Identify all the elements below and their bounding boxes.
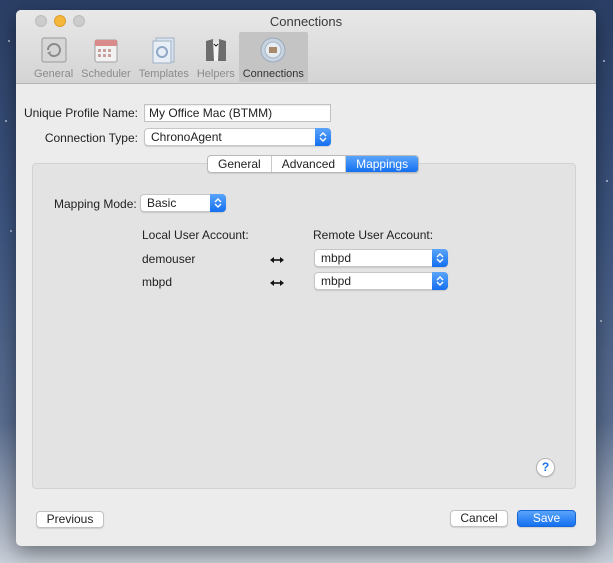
toolbar-item-label: General <box>34 68 74 80</box>
toolbar-item-label: Connections <box>242 68 304 80</box>
toolbar-item-templates[interactable]: Templates <box>135 32 193 82</box>
connection-type-label: Connection Type: <box>44 131 138 145</box>
toolbar-item-label: Scheduler <box>81 68 131 80</box>
popup-arrows-icon <box>432 272 448 290</box>
popup-arrows-icon <box>210 194 226 212</box>
mapping-mode-popup[interactable]: Basic <box>140 194 226 212</box>
desktop-star <box>8 40 10 42</box>
tab-general[interactable]: General <box>208 156 272 172</box>
tab-advanced[interactable]: Advanced <box>272 156 347 172</box>
desktop-star <box>10 230 12 232</box>
desktop-star <box>5 120 7 122</box>
remote-user-header: Remote User Account: <box>313 228 434 242</box>
mapping-mode-label: Mapping Mode: <box>54 197 137 211</box>
general-icon <box>38 34 70 66</box>
title-bar: Connections General Scheduler Templates … <box>16 10 596 84</box>
profile-name-label: Unique Profile Name: <box>23 106 138 120</box>
calendar-icon <box>90 34 122 66</box>
popup-arrows-icon <box>315 128 331 146</box>
desktop-star <box>603 60 605 62</box>
toolbar-item-helpers[interactable]: Helpers <box>193 32 239 82</box>
preferences-window: Connections General Scheduler Templates … <box>16 10 596 546</box>
tab-mappings[interactable]: Mappings <box>346 156 419 172</box>
window-title: Connections <box>269 14 343 29</box>
connection-type-value: ChronoAgent <box>151 130 222 144</box>
toolbar-item-scheduler[interactable]: Scheduler <box>77 32 135 82</box>
toolbar-item-connections[interactable]: Connections <box>238 32 308 82</box>
templates-icon <box>148 34 180 66</box>
desktop-star <box>600 320 602 322</box>
previous-button[interactable]: Previous <box>36 511 104 528</box>
tab-bar: General Advanced Mappings <box>207 155 420 173</box>
remote-user-value: mbpd <box>321 251 352 265</box>
remote-user-value: mbpd <box>321 274 352 288</box>
tuxedo-icon <box>200 34 232 66</box>
local-user-name: demouser <box>142 252 196 266</box>
connections-icon <box>257 34 289 66</box>
save-button[interactable]: Save <box>517 510 576 527</box>
local-user-name: mbpd <box>142 275 173 289</box>
popup-arrows-icon <box>432 249 448 267</box>
remote-user-popup[interactable]: mbpd <box>314 249 448 267</box>
two-way-arrow-icon <box>270 257 284 263</box>
tab-pane <box>32 163 576 489</box>
help-button[interactable]: ? <box>536 458 555 477</box>
local-user-header: Local User Account: <box>142 228 249 242</box>
toolbar-item-label: Helpers <box>196 68 235 80</box>
connection-settings: Unique Profile Name: My Office Mac (BTMM… <box>16 85 596 546</box>
toolbar-item-general[interactable]: General <box>30 32 77 82</box>
remote-user-popup[interactable]: mbpd <box>314 272 448 290</box>
preferences-toolbar: General Scheduler Templates Helpers Conn… <box>30 32 308 82</box>
toolbar-item-label: Templates <box>138 68 189 80</box>
mapping-mode-value: Basic <box>147 196 177 210</box>
profile-name-field[interactable]: My Office Mac (BTMM) <box>144 104 331 122</box>
connection-type-popup[interactable]: ChronoAgent <box>144 128 331 146</box>
desktop-star <box>606 180 608 182</box>
two-way-arrow-icon <box>270 280 284 286</box>
cancel-button[interactable]: Cancel <box>450 510 508 527</box>
